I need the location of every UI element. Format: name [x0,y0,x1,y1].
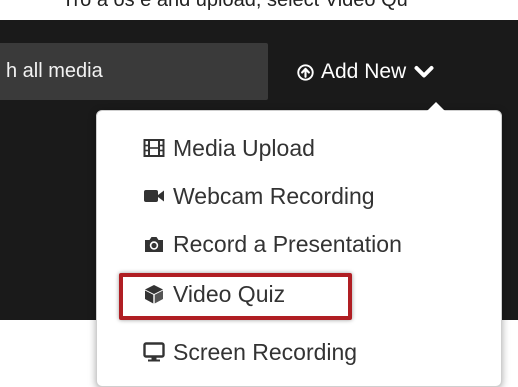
search-input[interactable] [0,43,268,100]
add-new-label: Add New [321,60,407,83]
top-caption: Tro a os e and upload, select Video Qu [0,0,518,20]
video-camera-icon [144,190,164,202]
chevron-down-icon [414,66,434,78]
menu-item-label: Media Upload [173,134,315,161]
menu-item-label: Webcam Recording [173,182,375,209]
top-caption-text: Tro a os e and upload, select Video Qu [62,0,408,11]
menu-item-webcam-recording[interactable]: Webcam Recording [143,176,375,216]
menu-item-screen-recording[interactable]: Screen Recording [143,332,357,372]
camera-icon [145,237,163,252]
add-new-dropdown-menu: Media Upload Webcam Recording Record a P… [96,102,502,387]
menu-item-record-presentation[interactable]: Record a Presentation [143,224,402,264]
menu-item-label: Record a Presentation [173,230,402,257]
menu-item-label: Screen Recording [173,338,358,365]
search-box[interactable] [0,43,268,100]
add-new-button[interactable]: Add New [297,54,434,90]
arrow-up-circle-icon [297,63,314,81]
video-quiz-highlight-box [119,273,352,320]
menu-item-media-upload[interactable]: Media Upload [143,128,315,168]
film-icon [143,139,165,157]
desktop-icon [143,342,165,362]
